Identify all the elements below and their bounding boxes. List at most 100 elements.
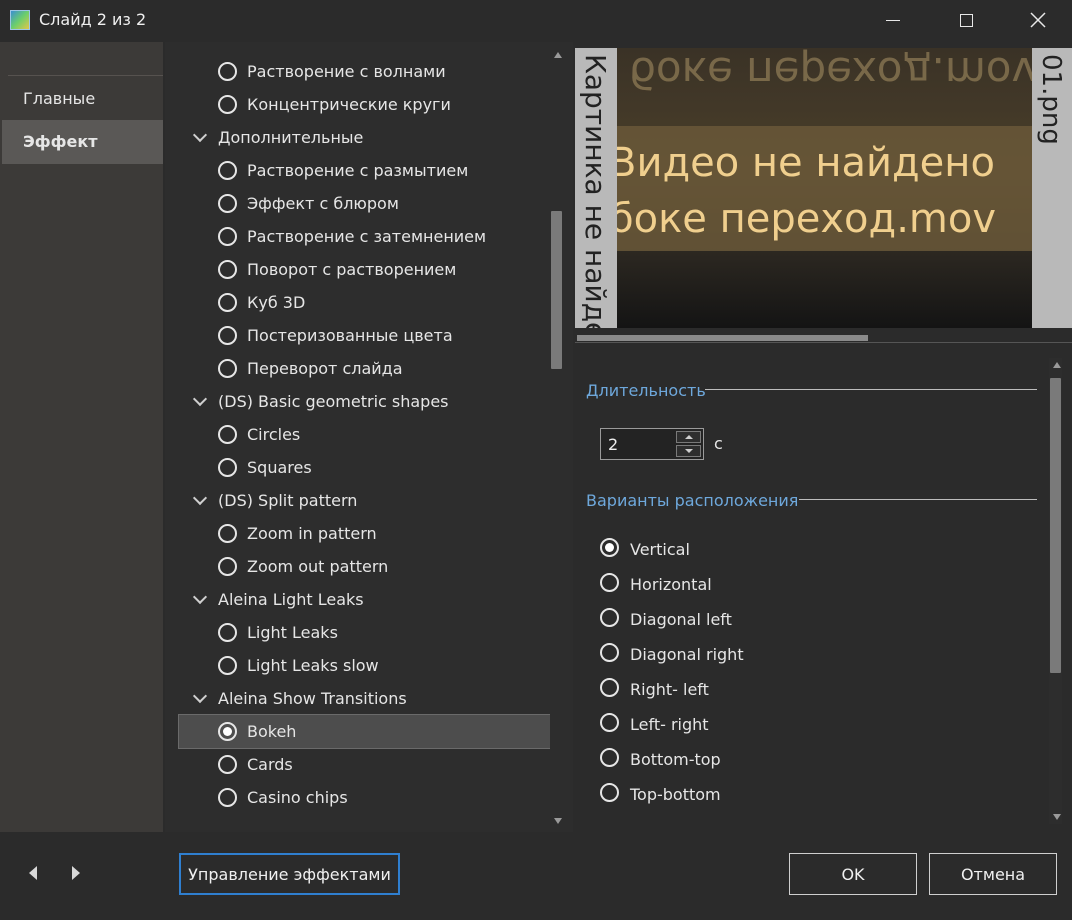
- radio-button[interactable]: [218, 656, 237, 675]
- radio-button[interactable]: [218, 359, 237, 378]
- effect-tree-scrollbar[interactable]: [550, 48, 563, 828]
- nav-item-effect[interactable]: Эффект: [2, 120, 163, 164]
- scroll-up-icon[interactable]: [1053, 362, 1061, 368]
- preview-left-placeholder-text: Картинка не найдена: [579, 54, 612, 328]
- layout-option[interactable]: Left- right: [600, 710, 900, 740]
- cancel-button[interactable]: Отмена: [929, 853, 1057, 895]
- scroll-up-icon[interactable]: [554, 52, 562, 58]
- tree-group[interactable]: Aleina Light Leaks: [179, 583, 550, 616]
- tree-item[interactable]: Squares: [179, 451, 550, 484]
- radio-button[interactable]: [218, 458, 237, 477]
- layout-option[interactable]: Diagonal left: [600, 605, 900, 635]
- title-bar: Слайд 2 из 2: [0, 0, 1072, 40]
- close-button[interactable]: [1015, 0, 1061, 40]
- radio-button[interactable]: [218, 194, 237, 213]
- tree-item[interactable]: Circles: [179, 418, 550, 451]
- radio-button[interactable]: [218, 260, 237, 279]
- previous-slide-icon[interactable]: [29, 866, 37, 880]
- tree-item[interactable]: Cards: [179, 748, 550, 781]
- tree-item[interactable]: Эффект с блюром: [179, 187, 550, 220]
- chevron-down-icon[interactable]: [192, 589, 208, 605]
- tree-group[interactable]: Aleina Show Transitions: [179, 682, 550, 715]
- scroll-down-icon[interactable]: [1053, 814, 1061, 820]
- transition-preview: боке переход.mov Видео не найдено боке п…: [575, 48, 1072, 328]
- tree-group[interactable]: (DS) Split pattern: [179, 484, 550, 517]
- effect-settings: Длительность с Варианты расположения Ver…: [575, 345, 1072, 832]
- tree-item[interactable]: Bokeh: [178, 714, 551, 749]
- section-divider: [799, 499, 1037, 500]
- layout-option[interactable]: Horizontal: [600, 570, 900, 600]
- spin-up-button[interactable]: [676, 431, 701, 443]
- scroll-thumb[interactable]: [1050, 378, 1061, 673]
- radio-button[interactable]: [600, 573, 619, 592]
- tree-item-label: Растворение с размытием: [247, 161, 469, 180]
- tree-item[interactable]: Casino chips: [179, 781, 550, 814]
- tree-item[interactable]: Переворот слайда: [179, 352, 550, 385]
- radio-button[interactable]: [600, 538, 619, 557]
- layout-option[interactable]: Top-bottom: [600, 780, 900, 810]
- manage-effects-button[interactable]: Управление эффектами: [179, 853, 400, 895]
- duration-stepper[interactable]: [600, 428, 704, 460]
- tree-item[interactable]: Light Leaks slow: [179, 649, 550, 682]
- spin-down-button[interactable]: [676, 445, 701, 457]
- layout-option-label: Vertical: [630, 540, 690, 559]
- chevron-down-icon[interactable]: [192, 688, 208, 704]
- close-icon: [1030, 12, 1046, 28]
- tree-item[interactable]: Постеризованные цвета: [179, 319, 550, 352]
- preview-hscroll[interactable]: [577, 335, 868, 341]
- radio-button[interactable]: [218, 788, 237, 807]
- tree-item[interactable]: Концентрические круги: [179, 88, 550, 121]
- layout-option-label: Bottom-top: [630, 750, 721, 769]
- tree-item[interactable]: Растворение с размытием: [179, 154, 550, 187]
- layout-option[interactable]: Bottom-top: [600, 745, 900, 775]
- layout-option[interactable]: Diagonal right: [600, 640, 900, 670]
- chevron-down-icon[interactable]: [192, 391, 208, 407]
- radio-button[interactable]: [218, 557, 237, 576]
- tree-item[interactable]: Light Leaks: [179, 616, 550, 649]
- tree-item-label: Zoom out pattern: [247, 557, 389, 576]
- tree-item[interactable]: Растворение с затемнением: [179, 220, 550, 253]
- scroll-down-icon[interactable]: [554, 818, 562, 824]
- radio-button[interactable]: [218, 623, 237, 642]
- tree-item-label: Поворот с растворением: [247, 260, 457, 279]
- radio-button[interactable]: [600, 678, 619, 697]
- radio-button[interactable]: [218, 95, 237, 114]
- radio-button[interactable]: [600, 643, 619, 662]
- chevron-down-icon[interactable]: [192, 490, 208, 506]
- radio-button[interactable]: [218, 524, 237, 543]
- settings-scrollbar[interactable]: [1049, 358, 1062, 824]
- tree-item[interactable]: Растворение с волнами: [179, 55, 550, 88]
- radio-button[interactable]: [218, 161, 237, 180]
- radio-button[interactable]: [600, 748, 619, 767]
- nav-item-main[interactable]: Главные: [2, 77, 163, 121]
- radio-button[interactable]: [218, 425, 237, 444]
- tree-item[interactable]: Поворот с растворением: [179, 253, 550, 286]
- tree-item[interactable]: Куб 3D: [179, 286, 550, 319]
- radio-button[interactable]: [218, 293, 237, 312]
- tree-item-label: Squares: [247, 458, 312, 477]
- maximize-button[interactable]: [943, 0, 989, 40]
- radio-button[interactable]: [600, 608, 619, 627]
- tree-group[interactable]: (DS) Basic geometric shapes: [179, 385, 550, 418]
- radio-button[interactable]: [218, 62, 237, 81]
- minimize-button[interactable]: [870, 0, 916, 40]
- next-slide-icon[interactable]: [72, 866, 80, 880]
- tree-item[interactable]: Zoom in pattern: [179, 517, 550, 550]
- scroll-thumb[interactable]: [551, 211, 562, 369]
- layout-option[interactable]: Vertical: [600, 535, 900, 565]
- radio-button[interactable]: [218, 755, 237, 774]
- radio-button[interactable]: [218, 227, 237, 246]
- radio-button[interactable]: [218, 326, 237, 345]
- tree-item[interactable]: Zoom out pattern: [179, 550, 550, 583]
- radio-button[interactable]: [218, 722, 237, 741]
- radio-button[interactable]: [600, 713, 619, 732]
- tree-group[interactable]: Дополнительные: [179, 121, 550, 154]
- radio-button[interactable]: [600, 783, 619, 802]
- tree-item-label: Casino chips: [247, 788, 348, 807]
- chevron-down-icon[interactable]: [192, 127, 208, 143]
- tree-item-label: Light Leaks slow: [247, 656, 379, 675]
- ok-button[interactable]: OK: [789, 853, 917, 895]
- tree-item-label: Постеризованные цвета: [247, 326, 453, 345]
- duration-input[interactable]: [602, 430, 678, 458]
- layout-option[interactable]: Right- left: [600, 675, 900, 705]
